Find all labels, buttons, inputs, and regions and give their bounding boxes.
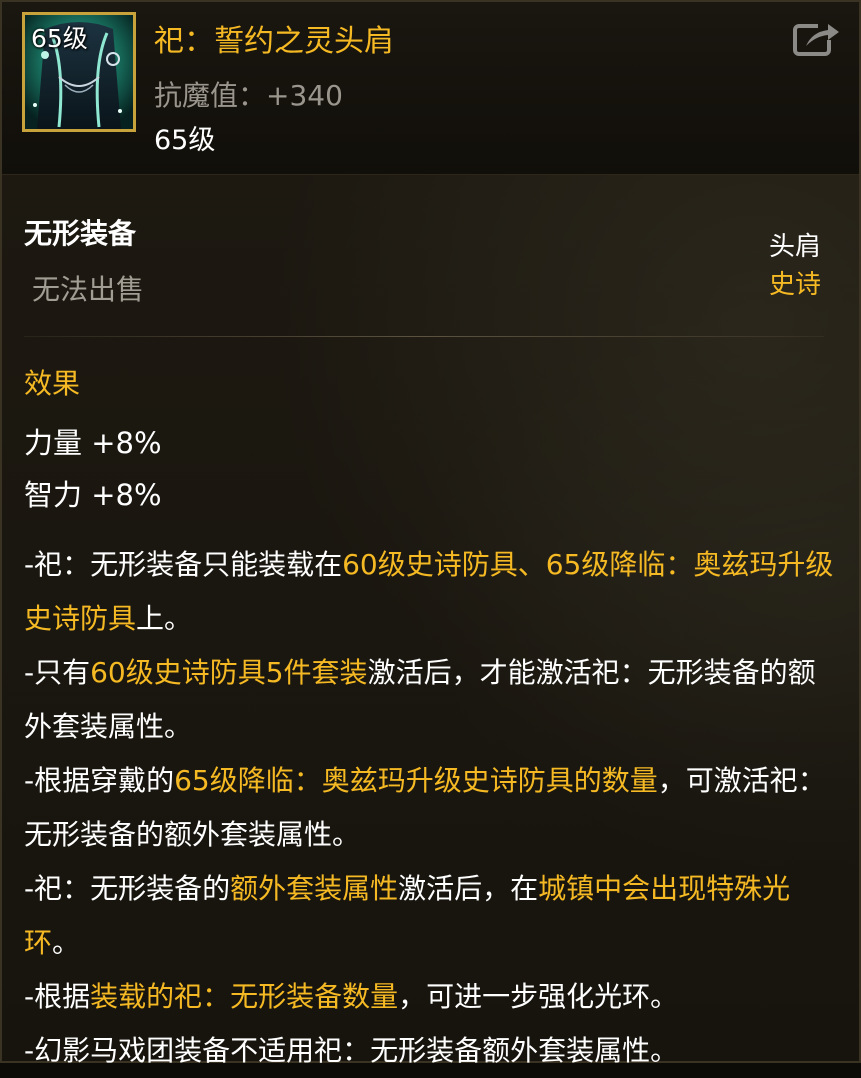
- description-paragraph: -只有60级史诗防具5件套装激活后，才能激活祀：无形装备的额外套装属性。: [24, 646, 839, 754]
- description-paragraph: -根据穿戴的65级降临：奥兹玛升级史诗防具的数量，可激活祀：无形装备的额外套装属…: [24, 754, 839, 862]
- description-text: 激活后，在: [398, 872, 539, 905]
- share-icon[interactable]: [792, 18, 842, 58]
- item-level: 65级: [154, 125, 216, 156]
- description-paragraph: -祀：无形装备只能装载在60级史诗防具、65级降临：奥兹玛升级史诗防具上。: [24, 538, 839, 646]
- description-text: -祀：无形装备的: [24, 872, 231, 905]
- item-name: 祀：誓约之灵头肩: [154, 24, 394, 59]
- description-highlight: 65级降临：奥兹玛升级史诗防具的数量: [174, 764, 658, 797]
- equipment-slot: 头肩: [768, 232, 821, 262]
- effect-intelligence: 智力 +8%: [24, 478, 162, 512]
- tooltip-header: 65级 祀：誓约之灵头肩 抗魔值：+340 65级: [2, 2, 859, 175]
- item-icon[interactable]: 65级: [22, 12, 136, 132]
- description-paragraph: -幻影马戏团装备不适用祀：无形装备额外套装属性。: [24, 1024, 839, 1078]
- description-text: -根据: [24, 980, 91, 1013]
- description-text: 。: [52, 926, 81, 959]
- description-text: -根据穿戴的: [24, 764, 175, 797]
- description-text: ，可进一步强化光环。: [398, 980, 679, 1013]
- icon-level-badge: 65级: [31, 24, 88, 53]
- item-tooltip: 65级 祀：誓约之灵头肩 抗魔值：+340 65级 无形装备 无法出售 头肩 史…: [0, 0, 861, 1067]
- section-divider: [24, 336, 824, 337]
- description-paragraph: -根据装载的祀：无形装备数量，可进一步强化光环。: [24, 970, 839, 1024]
- description-highlight: 额外套装属性: [230, 872, 399, 905]
- description-text: 上。: [136, 602, 193, 635]
- equipment-type: 无形装备: [24, 217, 137, 250]
- description-paragraph: -祀：无形装备的额外套装属性激活后，在城镇中会出现特殊光环。: [24, 862, 839, 970]
- effects-title: 效果: [24, 367, 81, 400]
- effect-strength: 力量 +8%: [24, 426, 162, 460]
- description-text: -只有: [24, 656, 91, 689]
- description-highlight: 60级史诗防具5件套装: [90, 656, 368, 689]
- description-text: -祀：无形装备只能装载在: [24, 548, 343, 581]
- description-highlight: 装载的祀：无形装备数量: [90, 980, 399, 1013]
- unsellable-label: 无法出售: [32, 273, 145, 306]
- item-description: -祀：无形装备只能装载在60级史诗防具、65级降临：奥兹玛升级史诗防具上。 -只…: [24, 538, 839, 1078]
- description-text: -幻影马戏团装备不适用祀：无形装备额外套装属性。: [24, 1034, 679, 1067]
- magic-resist-stat: 抗魔值：+340: [154, 79, 343, 112]
- rarity-label: 史诗: [768, 270, 821, 300]
